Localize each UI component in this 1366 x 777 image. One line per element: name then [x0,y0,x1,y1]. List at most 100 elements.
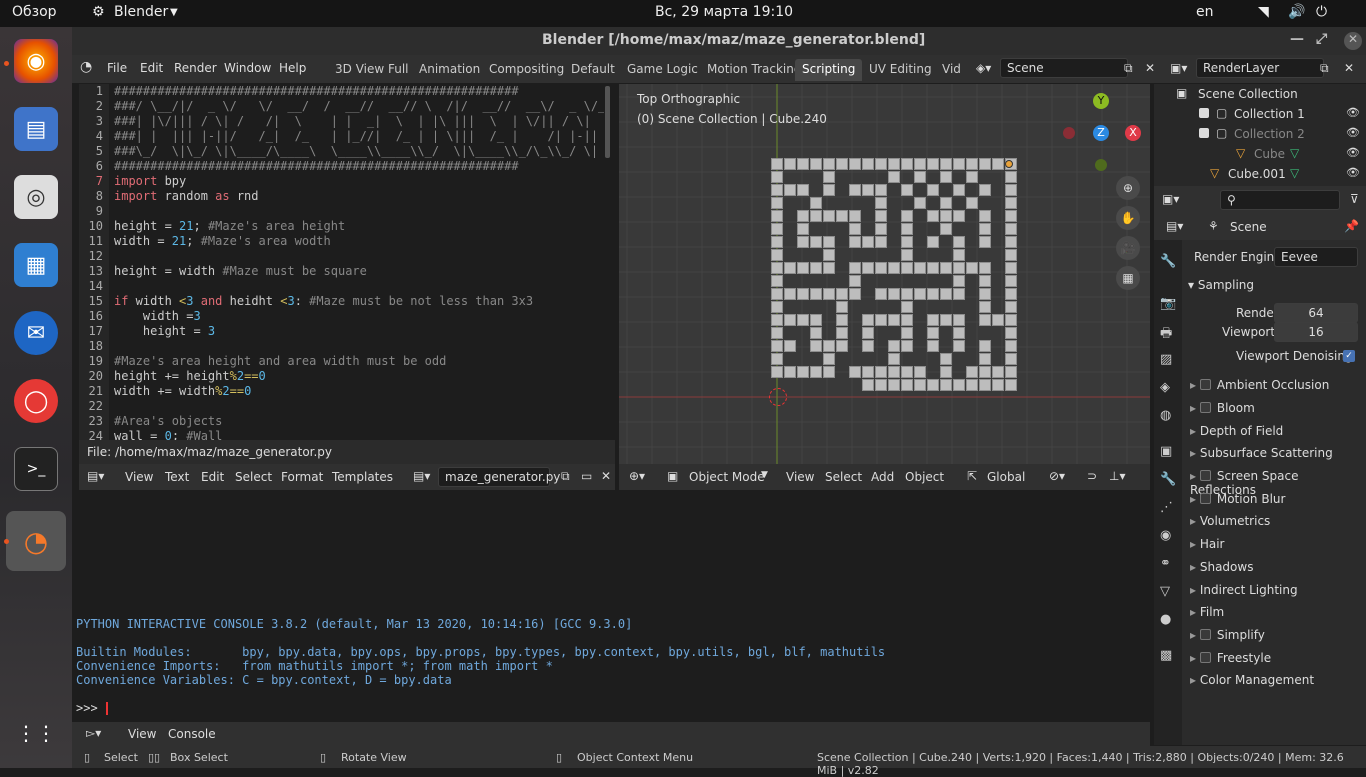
texture-icon[interactable]: ▩ [1160,648,1172,663]
panel-enable-checkbox[interactable] [1199,470,1211,481]
3d-cursor[interactable] [769,388,787,406]
power-icon[interactable]: ⏻ [1316,4,1327,20]
renderlayer-field[interactable]: RenderLayer [1196,58,1324,78]
render-samples-field[interactable]: 64 [1274,303,1358,323]
menu-edit[interactable]: Edit [140,61,163,75]
pan-hand-icon[interactable]: ✋ [1116,206,1140,230]
maze-wall-cube[interactable] [953,275,965,287]
maze-wall-cube[interactable] [1005,171,1017,183]
text-editor[interactable]: 1 2 3 4 5 6 7 8 9 10 11 12 13 14 15 16 17 18 19 20 21 22 23 24 … [79,84,615,443]
maze-wall-cube[interactable] [797,223,809,235]
maze-wall-cube[interactable] [927,158,939,170]
terminal-icon[interactable]: >_ [14,447,58,491]
text-menu-format[interactable]: Format [281,470,323,484]
workspace-tab[interactable]: Game Logic [620,59,705,81]
maze-wall-cube[interactable] [914,158,926,170]
panel-enable-checkbox[interactable] [1199,652,1211,663]
text-menu-edit[interactable]: Edit [201,470,224,484]
maze-wall-cube[interactable] [1005,236,1017,248]
text-browse-icon[interactable]: ▤▾ [413,469,430,483]
maze-wall-cube[interactable] [914,197,926,209]
maze-wall-cube[interactable] [823,262,835,274]
maze-wall-cube[interactable] [953,262,965,274]
text-menu-templates[interactable]: Templates [332,470,393,484]
visibility-eye-icon[interactable]: 👁 [1346,126,1360,139]
maze-wall-cube[interactable] [797,236,809,248]
maze-wall-cube[interactable] [901,210,913,222]
maze-wall-cube[interactable] [901,158,913,170]
panel-enable-checkbox[interactable] [1199,493,1211,504]
files-icon[interactable]: ▤ [14,107,58,151]
properties-panel[interactable]: ▸ Depth of Field [1190,424,1283,438]
maze-wall-cube[interactable] [784,366,796,378]
properties-panel[interactable]: ▸ Volumetrics [1190,514,1270,528]
maze-wall-cube[interactable] [875,197,887,209]
maze-wall-cube[interactable] [771,327,783,339]
console-menu-view[interactable]: View [128,727,156,741]
maze-wall-cube[interactable] [979,236,991,248]
volume-icon[interactable]: 🔊 [1288,4,1305,20]
new-layer-icon[interactable]: ⧉ [1320,61,1329,76]
maze-wall-cube[interactable] [966,262,978,274]
new-text-icon[interactable]: ⧉ [561,469,570,484]
3d-viewport[interactable]: Top Orthographic (0) Scene Collection | … [619,84,1150,488]
scene-collection-label[interactable]: Scene Collection [1198,87,1298,101]
maze-wall-cube[interactable] [1005,275,1017,287]
maze-wall-cube[interactable] [979,223,991,235]
workspace-tab[interactable]: Compositing [482,59,572,81]
writer-icon[interactable]: ▦ [14,243,58,287]
maze-wall-cube[interactable] [771,210,783,222]
maze-wall-cube[interactable] [810,366,822,378]
maze-wall-cube[interactable] [771,301,783,313]
maze-wall-cube[interactable] [810,158,822,170]
camera-icon[interactable]: 🎥 [1116,236,1140,260]
panel-enable-checkbox[interactable] [1199,402,1211,413]
output-icon[interactable]: 🖶 [1160,324,1172,346]
maze-wall-cube[interactable] [771,171,783,183]
maze-wall-cube[interactable] [771,314,783,326]
maze-wall-cube[interactable] [875,379,887,391]
maze-wall-cube[interactable] [927,379,939,391]
data-icon[interactable]: ▽ [1160,584,1170,599]
maze-wall-cube[interactable] [875,184,887,196]
world-icon[interactable]: ◍ [1160,408,1171,423]
viewport-type-icon[interactable]: ⊕▾ [629,469,645,483]
maze-wall-cube[interactable] [849,210,861,222]
maze-wall-cube[interactable] [797,288,809,300]
maze-wall-cube[interactable] [771,366,783,378]
maze-wall-cube[interactable] [940,288,952,300]
console-menu-console[interactable]: Console [168,727,216,741]
menu-window[interactable]: Window [224,61,271,75]
maze-wall-cube[interactable] [901,366,913,378]
close-icon[interactable]: ✕ [1344,32,1362,50]
maze-wall-cube[interactable] [810,340,822,352]
maze-wall-cube[interactable] [953,184,965,196]
viewport-menu-select[interactable]: Select [825,470,862,484]
firefox-icon[interactable]: ◉ [14,39,58,83]
show-apps-icon[interactable]: ⋮⋮ [14,711,58,755]
workspace-tab[interactable]: Vid [935,59,968,81]
zoom-icon[interactable]: ⊕ [1116,176,1140,200]
maze-wall-cube[interactable] [875,314,887,326]
python-console[interactable]: PYTHON INTERACTIVE CONSOLE 3.8.2 (defaul… [72,492,1150,722]
maze-wall-cube[interactable] [901,327,913,339]
maze-wall-cube[interactable] [823,184,835,196]
console-type-icon[interactable]: ▻▾ [86,726,101,740]
maze-wall-cube[interactable] [849,223,861,235]
maze-wall-cube[interactable] [836,327,848,339]
viewport-menu-view[interactable]: View [786,470,814,484]
open-text-icon[interactable]: ▭ [581,469,592,483]
maze-wall-cube[interactable] [1005,353,1017,365]
maze-wall-cube[interactable] [810,314,822,326]
mode-selector[interactable]: Object Mode [689,470,765,484]
language-indicator[interactable]: en [1196,4,1214,20]
maze-wall-cube[interactable] [1005,366,1017,378]
particles-icon[interactable]: ⋰ [1160,500,1173,515]
maze-wall-cube[interactable] [927,340,939,352]
maze-wall-cube[interactable] [771,288,783,300]
text-menu-text[interactable]: Text [165,470,189,484]
maze-wall-cube[interactable] [836,301,848,313]
maze-wall-cube[interactable] [836,340,848,352]
maze-wall-cube[interactable] [1005,210,1017,222]
maze-wall-cube[interactable] [940,210,952,222]
